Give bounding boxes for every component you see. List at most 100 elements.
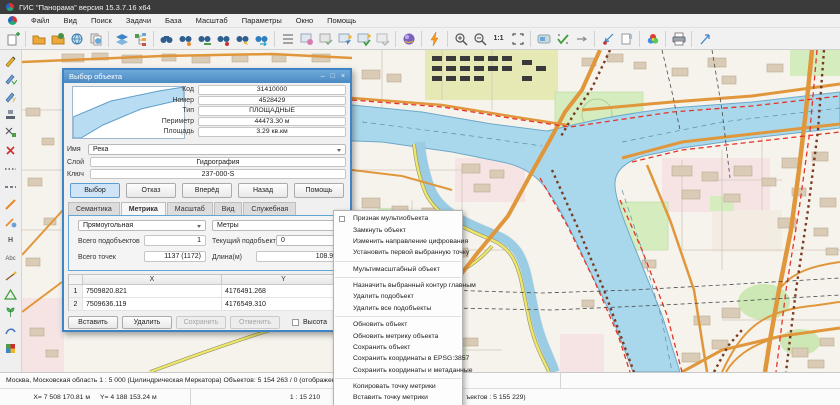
menu-reverse-digitizing[interactable]: Изменить направление цифрования [334, 236, 462, 247]
printer-icon[interactable] [669, 30, 688, 48]
zoom-in-icon[interactable] [451, 30, 470, 48]
image-ok-icon[interactable] [354, 30, 373, 48]
table-row[interactable]: 2 7509636.119 4176549.310 [69, 298, 345, 311]
subobjects-value[interactable]: 1 [144, 235, 206, 246]
scale-1-1-button[interactable]: 1:1 [489, 30, 508, 48]
table-row[interactable]: 1 7509820.821 4176491.268 [69, 285, 345, 298]
insert-point-button[interactable]: Вставить [68, 316, 118, 329]
dialog-titlebar[interactable]: Выбор объекта – □ × [64, 70, 350, 83]
menu-set-first-point[interactable]: Установить первой выбранную точку [334, 247, 462, 258]
tab-service[interactable]: Служебная [243, 202, 296, 215]
y-value[interactable]: 4176549.310 [222, 298, 345, 310]
cursor-arrow-icon[interactable] [695, 30, 714, 48]
sphere-icon[interactable] [399, 30, 418, 48]
text-label-icon[interactable]: Abc [2, 250, 19, 267]
edit-pencil-icon[interactable] [2, 52, 19, 69]
picket-icon[interactable] [2, 268, 19, 285]
edit-accept-icon[interactable] [2, 70, 19, 87]
dialog-maximize-button[interactable]: □ [331, 73, 335, 80]
menu-database[interactable]: База [165, 16, 182, 25]
menu-save-coords-metadata[interactable]: Сохранить координаты и метаданные [334, 365, 462, 376]
y-value[interactable]: 4176491.268 [222, 285, 345, 297]
menu-view[interactable]: Вид [63, 16, 77, 25]
forward-button[interactable]: Вперёд [182, 183, 232, 198]
lightning-icon[interactable] [425, 30, 444, 48]
layers-icon[interactable] [112, 30, 131, 48]
menu-set-main-contour[interactable]: Назначить выбранный контур главным [334, 280, 462, 291]
menu-delete-subobject[interactable]: Удалить подобъект [334, 291, 462, 302]
delete-point-button[interactable]: Удалить [122, 316, 172, 329]
find-object-icon[interactable] [157, 30, 176, 48]
coord-system-combobox[interactable]: Прямоугольная [78, 220, 206, 231]
points-value[interactable]: 1137 (1172) [144, 251, 206, 262]
page-zero-icon[interactable]: 0 [617, 30, 636, 48]
tab-metric[interactable]: Метрика [121, 202, 166, 215]
x-value[interactable]: 7509636.119 [83, 298, 222, 310]
units-combobox[interactable]: Метры [212, 220, 346, 231]
pan-icon[interactable] [572, 30, 591, 48]
menu-tasks[interactable]: Задачи [126, 16, 151, 25]
tab-view[interactable]: Вид [214, 202, 243, 215]
new-object-icon[interactable] [3, 30, 22, 48]
triangle-icon[interactable] [2, 286, 19, 303]
raster-grid-icon[interactable] [2, 340, 19, 357]
image-disabled-icon[interactable] [373, 30, 392, 48]
goto-point-icon[interactable] [598, 30, 617, 48]
dialog-minimize-button[interactable]: – [321, 73, 325, 80]
copy-map-icon[interactable] [86, 30, 105, 48]
import-map-icon[interactable] [48, 30, 67, 48]
dialog-close-button[interactable]: × [341, 73, 345, 80]
find-point-icon[interactable] [214, 30, 233, 48]
panel-icon[interactable] [534, 30, 553, 48]
menu-copy-metric-point[interactable]: Копировать точку метрики [334, 381, 462, 392]
tab-semantics[interactable]: Семантика [68, 202, 120, 215]
app-menu-icon[interactable] [8, 16, 17, 25]
color-wheel-icon[interactable] [643, 30, 662, 48]
draw-line-icon[interactable] [2, 196, 19, 213]
menu-refresh-object[interactable]: Обновить объект [334, 319, 462, 330]
x-value[interactable]: 7509820.821 [83, 285, 222, 297]
select-button[interactable]: Выбор [70, 183, 120, 198]
arc-icon[interactable] [2, 322, 19, 339]
edit-params-icon[interactable]: У [2, 88, 19, 105]
cancel-button[interactable]: Отменить [230, 316, 280, 329]
menu-save-coords-epsg3857[interactable]: Сохранить координаты в EPSG:3857 [334, 353, 462, 364]
points-table[interactable]: X Y 1 7509820.821 4176491.268 2 7509636.… [68, 274, 346, 311]
menu-refresh-metric[interactable]: Обновить метрику объекта [334, 330, 462, 341]
height-checkbox[interactable] [292, 319, 299, 326]
object-list-icon[interactable] [278, 30, 297, 48]
tab-scale[interactable]: Масштаб [167, 202, 213, 215]
menu-parameters[interactable]: Параметры [242, 16, 282, 25]
back-button[interactable]: Назад [238, 183, 288, 198]
save-button[interactable]: Сохранить [176, 316, 226, 329]
help-button[interactable]: Помощь [294, 183, 344, 198]
stamp-icon[interactable] [2, 106, 19, 123]
open-folder-icon[interactable] [29, 30, 48, 48]
move-point-icon[interactable] [2, 124, 19, 141]
vegetation-icon[interactable] [2, 304, 19, 321]
find-next-icon[interactable] [252, 30, 271, 48]
menu-paste-metric-point[interactable]: Вставить точку метрики [334, 392, 462, 403]
dotted-line-icon[interactable] [2, 160, 19, 177]
extent-frame-icon[interactable] [508, 30, 527, 48]
menu-file[interactable]: Файл [31, 16, 49, 25]
menu-multiobject-flag[interactable]: Признак мультиобъекта [334, 213, 462, 224]
menu-window[interactable]: Окно [296, 16, 313, 25]
menu-multiscale-object[interactable]: Мультимасштабный объект [334, 264, 462, 275]
find-selected-icon[interactable] [233, 30, 252, 48]
menu-scale[interactable]: Масштаб [196, 16, 228, 25]
delete-object-icon[interactable] [2, 142, 19, 159]
multiobject-checkbox[interactable] [339, 216, 345, 222]
menu-close-object[interactable]: Замкнуть объект [334, 224, 462, 235]
copy-attrs-icon[interactable] [2, 214, 19, 231]
zoom-out-icon[interactable] [470, 30, 489, 48]
height-icon[interactable]: H [2, 232, 19, 249]
menu-delete-all-subobjects[interactable]: Удалить все подобъекты [334, 303, 462, 314]
name-combobox[interactable]: Река [88, 144, 346, 155]
menu-save-object[interactable]: Сохранить объект [334, 342, 462, 353]
image-check-icon[interactable] [316, 30, 335, 48]
image-arrow-icon[interactable] [335, 30, 354, 48]
apply-check-icon[interactable] [553, 30, 572, 48]
globe-refresh-icon[interactable] [67, 30, 86, 48]
menu-search[interactable]: Поиск [91, 16, 112, 25]
